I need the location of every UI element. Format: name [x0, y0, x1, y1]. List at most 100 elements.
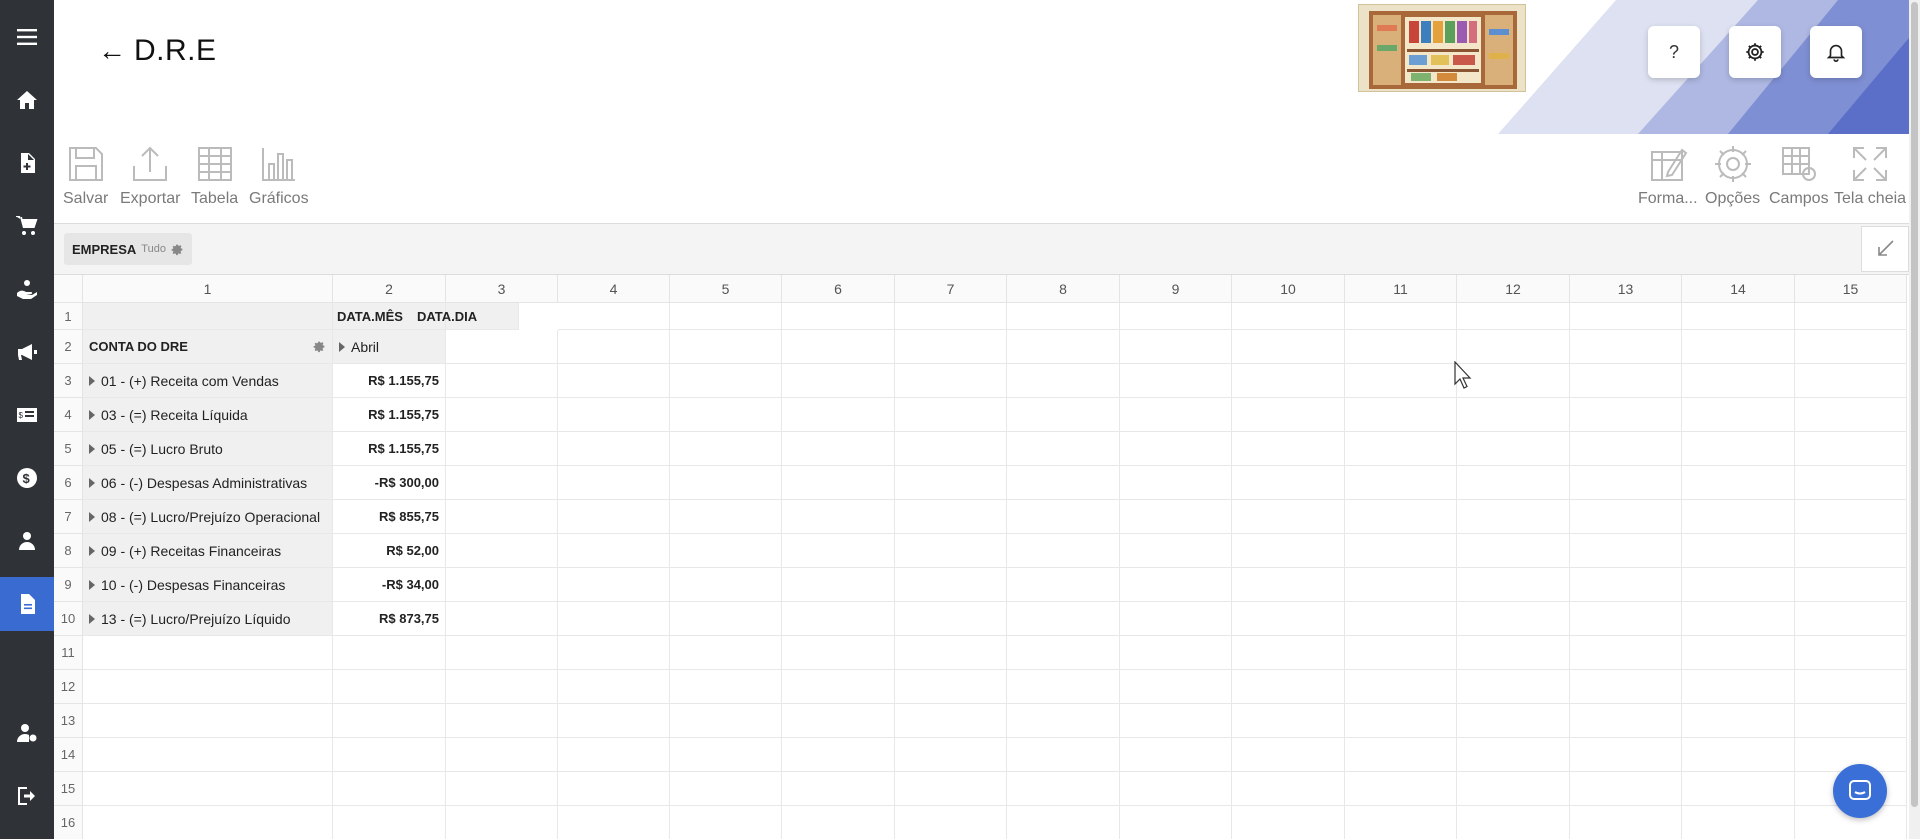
grid-cell[interactable]	[446, 636, 558, 670]
grid-cell[interactable]	[1682, 568, 1795, 602]
grid-cell[interactable]	[1570, 303, 1682, 330]
grid-cell[interactable]	[895, 670, 1007, 704]
grid-cell[interactable]	[83, 738, 333, 772]
grid-cell[interactable]	[1120, 704, 1232, 738]
format-button[interactable]: Forma...	[1638, 144, 1698, 208]
grid-cell[interactable]	[446, 364, 558, 398]
grid-cell[interactable]	[1345, 772, 1457, 806]
grid-cell[interactable]	[782, 466, 895, 500]
column-fields-header[interactable]: DATA.MÊS DATA.DIA	[333, 303, 477, 330]
grid-cell[interactable]	[446, 500, 558, 534]
grid-cell[interactable]	[782, 534, 895, 568]
grid-cell[interactable]	[1570, 330, 1682, 364]
account-row-label[interactable]: 06 - (-) Despesas Administrativas	[83, 466, 333, 500]
grid-cell[interactable]	[1007, 670, 1120, 704]
row-header[interactable]: 16	[54, 806, 83, 839]
row-field-header[interactable]: CONTA DO DRE	[83, 330, 333, 364]
account-row-label[interactable]: 09 - (+) Receitas Financeiras	[83, 534, 333, 568]
grid-cell[interactable]	[1457, 670, 1570, 704]
expand-arrow-icon[interactable]	[89, 375, 95, 386]
sidebar-item-marketing[interactable]	[0, 325, 54, 379]
account-row-label[interactable]: 01 - (+) Receita com Vendas	[83, 364, 333, 398]
grid-cell[interactable]	[558, 432, 670, 466]
account-value[interactable]: R$ 52,00	[333, 534, 446, 568]
grid-cell[interactable]	[1795, 636, 1907, 670]
column-header[interactable]: 7	[895, 275, 1007, 303]
column-header[interactable]: 5	[670, 275, 782, 303]
row-header[interactable]: 7	[54, 500, 83, 534]
grid-cell[interactable]	[1795, 568, 1907, 602]
grid-cell[interactable]	[895, 330, 1007, 364]
grid-cell[interactable]	[670, 670, 782, 704]
grid-cell[interactable]	[446, 806, 558, 839]
grid-cell[interactable]	[1345, 602, 1457, 636]
sidebar-item-finance[interactable]	[0, 262, 54, 316]
grid-cell[interactable]	[1232, 738, 1345, 772]
grid-cell[interactable]	[1120, 534, 1232, 568]
grid-cell[interactable]	[1232, 398, 1345, 432]
grid-cell[interactable]	[782, 670, 895, 704]
grid-cell[interactable]	[1232, 500, 1345, 534]
grid-cell[interactable]	[1795, 500, 1907, 534]
grid-cell[interactable]	[670, 636, 782, 670]
expand-arrow-icon[interactable]	[89, 511, 95, 522]
grid-cell[interactable]	[670, 704, 782, 738]
grid-cell[interactable]	[1682, 534, 1795, 568]
grid-cell[interactable]	[1570, 500, 1682, 534]
grid-cell[interactable]	[1120, 500, 1232, 534]
grid-cell[interactable]	[1120, 398, 1232, 432]
grid-cell[interactable]	[1232, 534, 1345, 568]
save-button[interactable]: Salvar	[63, 144, 108, 208]
row-header[interactable]: 12	[54, 670, 83, 704]
account-value[interactable]: R$ 1.155,75	[333, 432, 446, 466]
account-row-label[interactable]: 05 - (=) Lucro Bruto	[83, 432, 333, 466]
grid-cell[interactable]	[895, 303, 1007, 330]
grid-cell[interactable]	[1457, 330, 1570, 364]
grid-cell[interactable]	[1232, 602, 1345, 636]
grid-cell[interactable]	[1795, 602, 1907, 636]
row-header[interactable]: 1	[54, 303, 83, 330]
grid-cell[interactable]	[895, 500, 1007, 534]
grid-cell[interactable]	[558, 568, 670, 602]
grid-cell[interactable]	[558, 534, 670, 568]
grid-cell[interactable]	[446, 772, 558, 806]
row-header[interactable]: 11	[54, 636, 83, 670]
grid-cell[interactable]	[1345, 303, 1457, 330]
grid-cell[interactable]	[446, 568, 558, 602]
sidebar-item-user-settings[interactable]	[0, 706, 54, 760]
grid-cell[interactable]	[1682, 636, 1795, 670]
grid-cell[interactable]	[1120, 670, 1232, 704]
help-button[interactable]: ?	[1648, 26, 1700, 78]
grid-cell[interactable]	[1007, 738, 1120, 772]
account-value[interactable]: R$ 1.155,75	[333, 364, 446, 398]
sidebar-item-people[interactable]	[0, 514, 54, 568]
account-value[interactable]: R$ 855,75	[333, 500, 446, 534]
grid-cell[interactable]	[1007, 303, 1120, 330]
grid-cell[interactable]	[1232, 704, 1345, 738]
grid-cell[interactable]	[782, 500, 895, 534]
row-header[interactable]: 9	[54, 568, 83, 602]
grid-cell[interactable]	[1345, 330, 1457, 364]
grid-cell[interactable]	[83, 636, 333, 670]
grid-cell[interactable]	[1570, 568, 1682, 602]
grid-cell[interactable]	[1457, 602, 1570, 636]
notifications-button[interactable]	[1810, 26, 1862, 78]
fullscreen-button[interactable]: Tela cheia	[1834, 144, 1906, 208]
grid-cell[interactable]	[895, 636, 1007, 670]
grid-cell[interactable]	[1570, 364, 1682, 398]
column-header[interactable]: 11	[1345, 275, 1457, 303]
export-button[interactable]: Exportar	[120, 144, 180, 208]
grid-cell[interactable]	[1232, 330, 1345, 364]
column-header[interactable]: 13	[1570, 275, 1682, 303]
grid-cell[interactable]	[670, 602, 782, 636]
grid-cell[interactable]	[446, 602, 558, 636]
grid-cell[interactable]	[1232, 466, 1345, 500]
grid-cell[interactable]	[333, 670, 446, 704]
settings-button[interactable]	[1729, 26, 1781, 78]
grid-cell[interactable]	[446, 704, 558, 738]
grid-cell[interactable]	[670, 806, 782, 839]
account-row-label[interactable]: 08 - (=) Lucro/Prejuízo Operacional	[83, 500, 333, 534]
grid-cell[interactable]	[1570, 636, 1682, 670]
grid-cell[interactable]	[895, 364, 1007, 398]
grid-cell[interactable]	[1007, 534, 1120, 568]
